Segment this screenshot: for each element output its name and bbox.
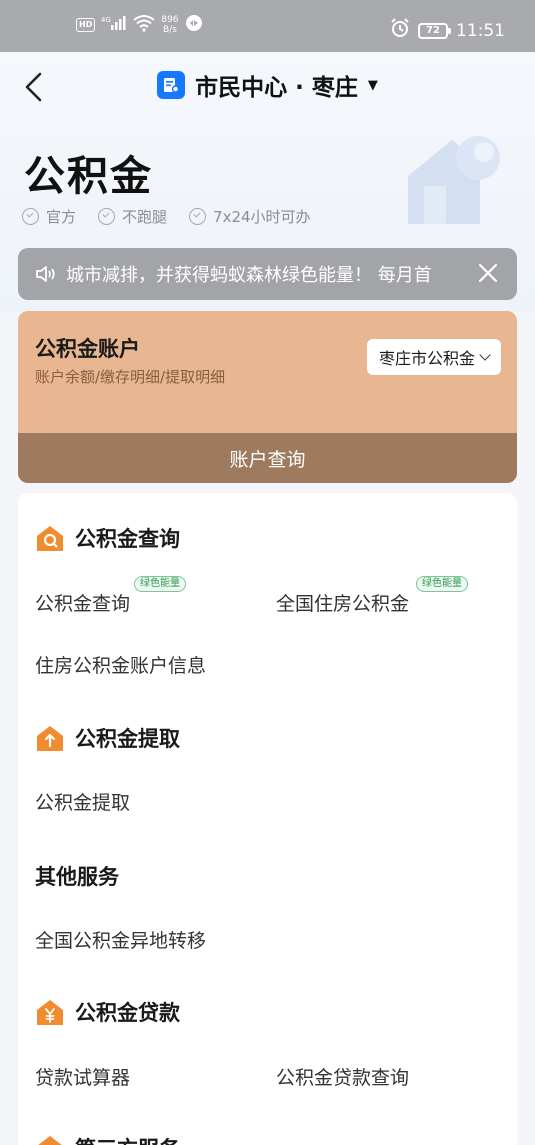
section-title: 公积金贷款 — [75, 1001, 180, 1025]
network-speed: 896 B/s — [161, 15, 178, 35]
app-status-icon — [185, 14, 203, 35]
house-service-icon — [38, 1136, 62, 1145]
close-icon[interactable] — [477, 262, 499, 284]
chevron-down-icon — [479, 349, 491, 361]
section-loan-header: 公积金贷款 — [35, 997, 180, 1027]
section-title: 其他服务 — [35, 865, 119, 889]
nav-title-text: 市民中心 · 枣庄 — [195, 75, 358, 101]
tag-label: 不跑腿 — [122, 208, 168, 226]
notice-bar[interactable]: 城市减排，并获得蚂蚁森林绿色能量！ 每月首 — [18, 248, 517, 300]
section-third-party-header: 第三方服务 — [35, 1133, 180, 1145]
account-card: 公积金账户 账户余额/缴存明细/提取明细 枣庄市公积金 账户查询 — [18, 311, 517, 483]
alarm-icon — [390, 18, 410, 43]
check-circle-icon — [98, 208, 116, 225]
green-energy-badge: 绿色能量 — [134, 576, 186, 592]
signal-icon: 4G — [101, 15, 127, 34]
signal-label: 4G — [101, 16, 111, 24]
service-tags: 官方 不跑腿 7x24小时可办 — [22, 206, 311, 227]
caret-down-icon: ▼ — [367, 77, 378, 93]
item-loan-query[interactable]: 公积金贷款查询 — [276, 1063, 409, 1090]
status-bar: HD 4G 896 B/s 72 11:51 — [0, 0, 535, 52]
section-title: 公积金查询 — [75, 527, 180, 551]
app-logo-icon — [157, 71, 186, 99]
speaker-icon — [36, 266, 55, 282]
services-card: 公积金查询 公积金查询 绿色能量 全国住房公积金 绿色能量 住房公积金账户信息 … — [18, 493, 517, 1145]
account-subtitle: 账户余额/缴存明细/提取明细 — [35, 368, 226, 386]
item-national-fund[interactable]: 全国住房公积金 — [276, 589, 409, 616]
section-query-header: 公积金查询 — [35, 523, 180, 553]
item-fund-query[interactable]: 公积金查询 — [35, 589, 130, 616]
section-title: 第三方服务 — [75, 1133, 180, 1145]
city-select-value: 枣庄市公积金 — [378, 349, 475, 368]
house-search-icon — [37, 526, 63, 551]
status-right: 72 11:51 — [390, 18, 505, 43]
section-withdraw-header: 公积金提取 — [35, 723, 180, 753]
house-illustration-icon — [408, 136, 500, 224]
speed-value: 896 — [161, 14, 179, 25]
check-circle-icon — [22, 208, 39, 225]
nav-title[interactable]: 市民中心 · 枣庄 ▼ — [0, 68, 535, 102]
wifi-icon — [133, 14, 155, 35]
item-remote-transfer[interactable]: 全国公积金异地转移 — [35, 926, 206, 953]
tag-no-visit: 不跑腿 — [98, 206, 167, 227]
hd-indicator: HD — [76, 17, 96, 32]
green-energy-badge: 绿色能量 — [416, 576, 468, 592]
status-left: HD 4G 896 B/s — [76, 14, 203, 35]
item-fund-withdraw[interactable]: 公积金提取 — [35, 788, 130, 815]
check-circle-icon — [189, 208, 207, 225]
section-other-header: 其他服务 — [35, 861, 119, 891]
notice-text: 城市减排，并获得蚂蚁森林绿色能量！ 每月首 — [66, 265, 432, 286]
account-query-button[interactable]: 账户查询 — [18, 433, 517, 483]
tag-label: 7x24小时可办 — [213, 208, 311, 226]
page-title: 公积金 — [24, 152, 153, 200]
speed-unit: B/s — [162, 24, 177, 35]
battery-icon: 72 — [418, 22, 451, 39]
tag-24h: 7x24小时可办 — [189, 206, 311, 227]
item-account-info[interactable]: 住房公积金账户信息 — [35, 651, 206, 678]
house-withdraw-icon — [37, 726, 63, 751]
account-title: 公积金账户 — [35, 337, 140, 361]
clock: 11:51 — [456, 20, 505, 41]
tag-label: 官方 — [46, 208, 77, 226]
tag-official: 官方 — [22, 206, 76, 227]
section-title: 公积金提取 — [75, 727, 180, 751]
house-loan-icon — [37, 1000, 63, 1025]
city-select[interactable]: 枣庄市公积金 — [366, 339, 501, 375]
item-loan-calculator[interactable]: 贷款试算器 — [35, 1063, 130, 1090]
